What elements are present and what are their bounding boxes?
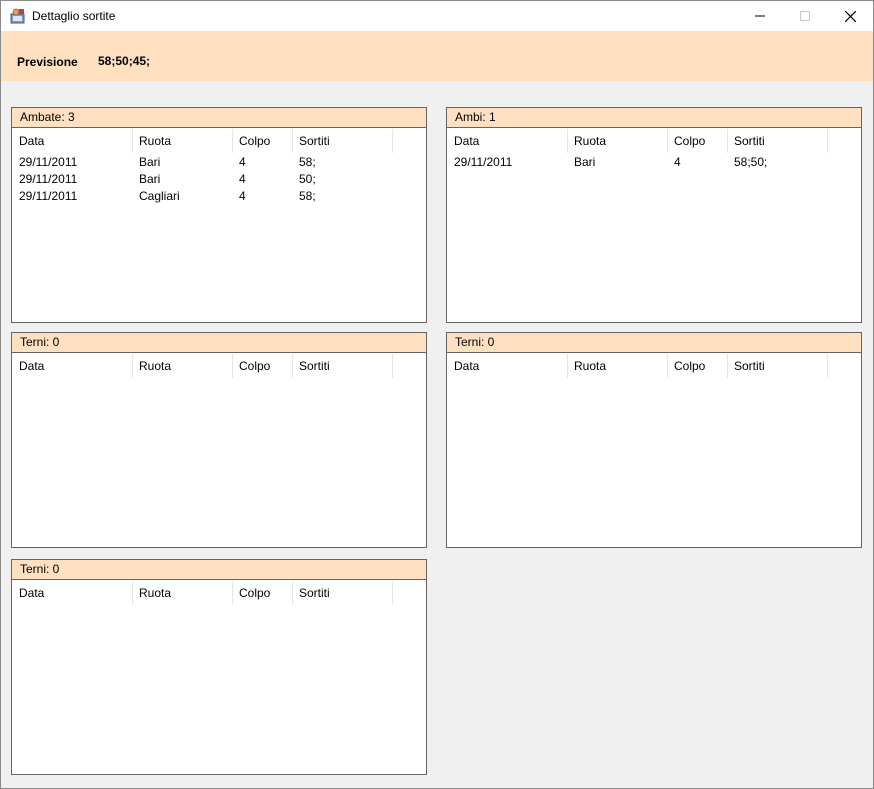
panel-ambi[interactable]: Ambi: 1 Data Ruota Colpo Sortiti 29/11/2011 Ba… — [446, 107, 862, 323]
close-button[interactable] — [827, 1, 873, 31]
table-cell[interactable]: 58; — [299, 188, 316, 205]
app-window: Dettaglio sortite Previsione 58;50;45; A… — [0, 0, 874, 789]
column-header-sortiti[interactable]: Sortiti — [292, 129, 393, 153]
column-header-ruota[interactable]: Ruota — [567, 354, 668, 378]
panel-terni-2[interactable]: Terni: 0 Data Ruota Colpo Sortiti — [446, 332, 862, 548]
table-cell[interactable]: 29/11/2011 — [19, 188, 77, 205]
column-header-ruota[interactable]: Ruota — [567, 129, 668, 153]
window-title: Dettaglio sortite — [32, 9, 116, 23]
panel-title: Terni: 0 — [12, 560, 426, 580]
column-header-data[interactable]: Data — [447, 354, 568, 378]
table-cell[interactable]: 4 — [239, 154, 246, 171]
column-header-data[interactable]: Data — [12, 129, 133, 153]
column-header-sortiti[interactable]: Sortiti — [292, 354, 393, 378]
column-header-data[interactable]: Data — [12, 581, 133, 605]
table-cell[interactable]: 29/11/2011 — [454, 154, 512, 171]
column-header-data[interactable]: Data — [447, 129, 568, 153]
table-cell[interactable]: 29/11/2011 — [19, 154, 77, 171]
panel-terni-1[interactable]: Terni: 0 Data Ruota Colpo Sortiti — [11, 332, 427, 548]
column-header-ruota[interactable]: Ruota — [132, 129, 233, 153]
column-header-sortiti[interactable]: Sortiti — [727, 129, 828, 153]
table-cell[interactable]: Bari — [139, 171, 160, 188]
table-cell[interactable]: 29/11/2011 — [19, 171, 77, 188]
title-bar[interactable]: Dettaglio sortite — [1, 1, 873, 31]
column-header-sortiti[interactable]: Sortiti — [727, 354, 828, 378]
minimize-button[interactable] — [737, 1, 783, 31]
panel-ambate[interactable]: Ambate: 3 Data Ruota Colpo Sortiti 29/11/2011… — [11, 107, 427, 323]
minimize-icon — [755, 15, 765, 17]
forecast-header: Previsione 58;50;45; — [1, 31, 873, 81]
table-cell[interactable]: 58;50; — [734, 154, 767, 171]
column-header-colpo[interactable]: Colpo — [232, 129, 293, 153]
app-icon — [10, 8, 25, 24]
column-header-colpo[interactable]: Colpo — [667, 129, 728, 153]
panel-title: Ambi: 1 — [447, 108, 861, 128]
forecast-label: Previsione — [17, 55, 78, 69]
column-header-colpo[interactable]: Colpo — [232, 581, 293, 605]
panel-terni-3[interactable]: Terni: 0 Data Ruota Colpo Sortiti — [11, 559, 427, 775]
table-cell[interactable]: 58; — [299, 154, 316, 171]
table-cell[interactable]: 4 — [674, 154, 681, 171]
column-header-data[interactable]: Data — [12, 354, 133, 378]
panel-title: Terni: 0 — [447, 333, 861, 353]
table-cell[interactable]: 50; — [299, 171, 316, 188]
panel-title: Ambate: 3 — [12, 108, 426, 128]
column-header-ruota[interactable]: Ruota — [132, 581, 233, 605]
column-header-colpo[interactable]: Colpo — [232, 354, 293, 378]
close-icon — [844, 10, 856, 22]
maximize-button[interactable] — [782, 1, 828, 31]
column-header-sortiti[interactable]: Sortiti — [292, 581, 393, 605]
panel-title: Terni: 0 — [12, 333, 426, 353]
table-cell[interactable]: Bari — [574, 154, 595, 171]
table-cell[interactable]: 4 — [239, 188, 246, 205]
column-header-colpo[interactable]: Colpo — [667, 354, 728, 378]
table-cell[interactable]: Bari — [139, 154, 160, 171]
table-cell[interactable]: Cagliari — [139, 188, 180, 205]
column-header-ruota[interactable]: Ruota — [132, 354, 233, 378]
table-cell[interactable]: 4 — [239, 171, 246, 188]
forecast-value: 58;50;45; — [98, 54, 151, 68]
maximize-icon — [800, 11, 810, 21]
